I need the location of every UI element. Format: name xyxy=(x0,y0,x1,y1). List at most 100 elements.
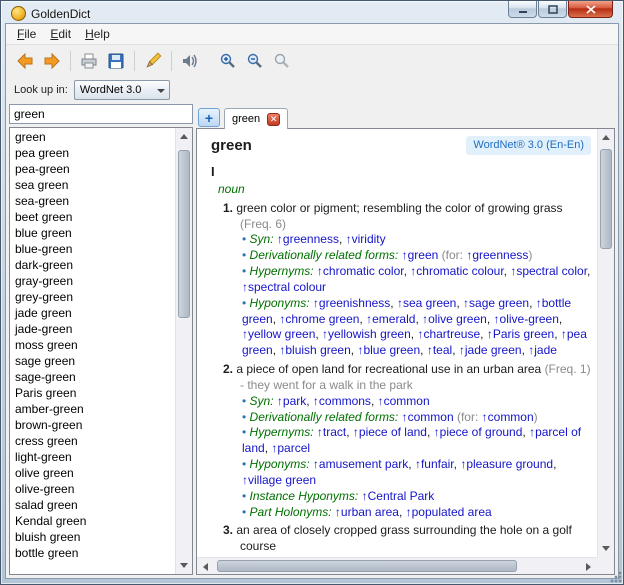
pronounce-button[interactable] xyxy=(177,48,203,74)
close-tab-button[interactable]: ✕ xyxy=(267,113,280,126)
menu-file[interactable]: File xyxy=(10,25,43,43)
list-item[interactable]: bottle green xyxy=(10,545,175,561)
word-link[interactable]: ↑tract xyxy=(317,425,346,439)
menu-edit[interactable]: Edit xyxy=(43,25,78,43)
word-link[interactable]: ↑populated area xyxy=(406,505,492,519)
word-link[interactable]: ↑greenishness xyxy=(313,296,390,310)
list-item[interactable]: cress green xyxy=(10,433,175,449)
list-item[interactable]: gray-green xyxy=(10,273,175,289)
word-link[interactable]: ↑jade xyxy=(528,343,557,357)
word-list-scrollbar[interactable] xyxy=(175,128,192,574)
list-item[interactable]: sage green xyxy=(10,353,175,369)
word-link[interactable]: ↑parcel xyxy=(271,441,310,455)
word-link[interactable]: ↑sage green xyxy=(463,296,529,310)
list-item[interactable]: pea green xyxy=(10,145,175,161)
list-item[interactable]: salad green xyxy=(10,497,175,513)
list-item[interactable]: Kendal green xyxy=(10,513,175,529)
scroll-down-icon[interactable] xyxy=(175,557,192,574)
word-link[interactable]: ↑sea green xyxy=(397,296,456,310)
scrollbar-thumb[interactable] xyxy=(178,150,190,318)
word-link[interactable]: ↑green xyxy=(402,248,439,262)
title-bar[interactable]: GoldenDict xyxy=(5,1,619,23)
word-link[interactable]: ↑yellow green xyxy=(242,327,315,341)
list-item[interactable]: grey-green xyxy=(10,289,175,305)
back-button[interactable] xyxy=(12,48,38,74)
list-item[interactable]: olive green xyxy=(10,465,175,481)
scroll-down-icon[interactable] xyxy=(597,540,614,557)
word-link[interactable]: ↑common xyxy=(378,394,430,408)
list-item[interactable]: pea-green xyxy=(10,161,175,177)
maximize-button[interactable] xyxy=(538,1,567,18)
word-link[interactable]: ↑park xyxy=(277,394,306,408)
list-item[interactable]: light-green xyxy=(10,449,175,465)
word-link[interactable]: ↑greenness xyxy=(466,248,528,262)
dictionary-group-select[interactable]: WordNet 3.0 xyxy=(74,80,170,100)
word-link[interactable]: ↑teal xyxy=(427,343,452,357)
word-link[interactable]: ↑blue green xyxy=(357,343,420,357)
word-link[interactable]: ↑chartreuse xyxy=(417,327,480,341)
list-item[interactable]: blue green xyxy=(10,225,175,241)
list-item[interactable]: jade green xyxy=(10,305,175,321)
list-item[interactable]: sage-green xyxy=(10,369,175,385)
list-item[interactable]: blue-green xyxy=(10,241,175,257)
resize-grip[interactable] xyxy=(610,571,622,583)
minimize-button[interactable] xyxy=(508,1,537,18)
word-link[interactable]: ↑common xyxy=(482,410,534,424)
scroll-up-icon[interactable] xyxy=(597,129,614,146)
add-tab-button[interactable]: + xyxy=(198,108,220,127)
word-link[interactable]: ↑village green xyxy=(242,473,316,487)
word-link[interactable]: ↑urban area xyxy=(335,505,399,519)
word-link[interactable]: ↑spectral color xyxy=(510,264,587,278)
list-item[interactable]: brown-green xyxy=(10,417,175,433)
word-link[interactable]: ↑greenness xyxy=(277,232,339,246)
scrollbar-thumb[interactable] xyxy=(600,149,612,249)
list-item[interactable]: beet green xyxy=(10,209,175,225)
scroll-up-icon[interactable] xyxy=(175,128,192,145)
word-link[interactable]: ↑Central Park xyxy=(362,489,435,503)
dictionary-badge[interactable]: WordNet® 3.0 (En-En) xyxy=(466,136,591,155)
word-link[interactable]: ↑yellowish green xyxy=(322,327,411,341)
word-link[interactable]: ↑common xyxy=(402,410,454,424)
list-item[interactable]: sea green xyxy=(10,177,175,193)
zoom-in-button[interactable] xyxy=(215,48,241,74)
word-link[interactable]: ↑funfair xyxy=(415,457,454,471)
word-link[interactable]: ↑chromatic color xyxy=(317,264,404,278)
scrollbar-thumb[interactable] xyxy=(217,560,517,572)
article-horizontal-scrollbar[interactable] xyxy=(197,557,597,574)
word-link[interactable]: ↑viridity xyxy=(346,232,386,246)
menu-help[interactable]: Help xyxy=(78,25,117,43)
search-input[interactable] xyxy=(9,104,193,124)
list-item[interactable]: green xyxy=(10,129,175,145)
word-link[interactable]: ↑olive green xyxy=(422,312,487,326)
word-link[interactable]: ↑pleasure ground xyxy=(460,457,553,471)
word-link[interactable]: ↑spectral colour xyxy=(242,280,326,294)
list-item[interactable]: amber-green xyxy=(10,401,175,417)
list-item[interactable]: bluish green xyxy=(10,529,175,545)
word-link[interactable]: ↑amusement park xyxy=(313,457,408,471)
zoom-reset-button[interactable] xyxy=(269,48,295,74)
word-link[interactable]: ↑emerald xyxy=(366,312,415,326)
word-link[interactable]: ↑commons xyxy=(313,394,371,408)
word-link[interactable]: ↑piece of ground xyxy=(434,425,523,439)
print-button[interactable] xyxy=(76,48,102,74)
word-link[interactable]: ↑Paris green xyxy=(487,327,554,341)
list-item[interactable]: sea-green xyxy=(10,193,175,209)
word-link[interactable]: ↑chromatic colour xyxy=(410,264,503,278)
list-item[interactable]: Paris green xyxy=(10,385,175,401)
word-link[interactable]: ↑jade green xyxy=(459,343,522,357)
list-item[interactable]: moss green xyxy=(10,337,175,353)
zoom-out-button[interactable] xyxy=(242,48,268,74)
list-item[interactable]: olive-green xyxy=(10,481,175,497)
list-item[interactable]: jade-green xyxy=(10,321,175,337)
word-link[interactable]: ↑bluish green xyxy=(279,343,350,357)
scroll-right-icon[interactable] xyxy=(580,558,597,575)
word-link[interactable]: ↑olive-green xyxy=(494,312,559,326)
article-vertical-scrollbar[interactable] xyxy=(597,129,614,557)
edit-pencil-button[interactable] xyxy=(140,48,166,74)
forward-button[interactable] xyxy=(39,48,65,74)
close-button[interactable] xyxy=(568,1,613,18)
word-link[interactable]: ↑chrome green xyxy=(279,312,359,326)
tab-green[interactable]: green ✕ xyxy=(224,108,288,129)
word-link[interactable]: ↑piece of land xyxy=(353,425,427,439)
scroll-left-icon[interactable] xyxy=(197,558,214,575)
